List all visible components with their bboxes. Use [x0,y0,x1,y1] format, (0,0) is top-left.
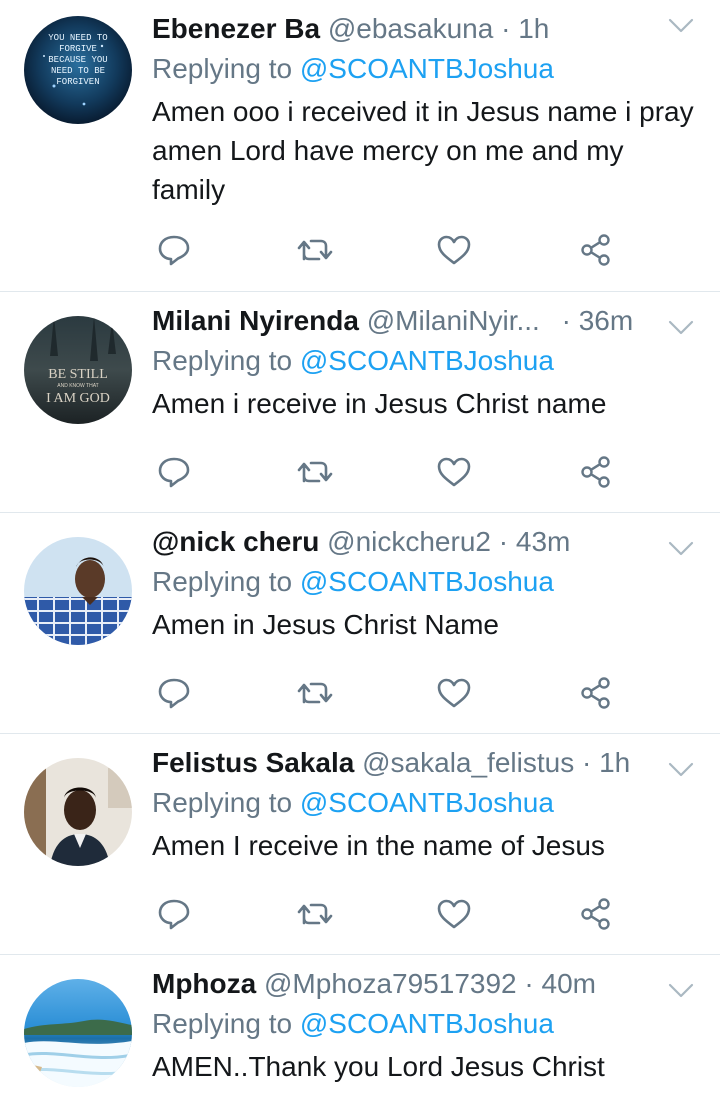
timestamp[interactable]: 40m [542,968,596,999]
share-icon [581,234,610,266]
share-button[interactable] [578,454,614,490]
retweet-button[interactable] [297,232,333,268]
tweet-text: AMEN..Thank you Lord Jesus Christ [152,1051,605,1082]
tweet-text: Amen ooo i received it in Jesus name i p… [152,96,694,205]
share-icon [581,677,610,709]
reply-button[interactable] [156,896,192,932]
separator-dot: · [498,526,509,557]
separator-dot: · [501,13,511,44]
replying-to-line: Replying to @SCOANTBJoshua [152,342,700,380]
chevron-down-icon[interactable] [668,983,694,999]
like-button[interactable] [436,896,472,932]
reply-button[interactable] [156,232,192,268]
replying-to-line: Replying to @SCOANTBJoshua [152,784,700,822]
avatar-text: FORGIVE [59,44,97,54]
avatar-text: NEED TO BE [51,66,105,76]
retweet-button[interactable] [297,896,333,932]
timestamp[interactable]: 36m [579,305,633,336]
like-button[interactable] [436,675,472,711]
avatar-text: BECAUSE YOU [48,55,107,65]
handle[interactable]: @nickcheru2 [327,526,491,557]
tweet[interactable]: @nick cheru @nickcheru2 · 43m Replying t… [0,513,720,734]
separator-dot: · [524,968,534,999]
avatar-text: BE STILL [48,367,108,382]
display-name[interactable]: Felistus Sakala [152,747,354,778]
chevron-down-icon[interactable] [668,541,694,557]
chevron-down-icon[interactable] [668,320,694,336]
separator-dot: · [581,747,592,778]
chevron-down-icon[interactable] [668,762,694,778]
replying-to-line: Replying to @SCOANTBJoshua [152,50,700,88]
avatar[interactable] [24,537,132,645]
reply-icon [158,678,190,709]
display-name[interactable]: Mphoza [152,968,256,999]
replying-to-line: Replying to @SCOANTBJoshua [152,1005,700,1043]
share-button[interactable] [578,896,614,932]
avatar[interactable] [24,979,132,1087]
mention-link[interactable]: @SCOANTBJoshua [300,787,554,818]
tweet-text: Amen I receive in the name of Jesus [152,830,605,861]
timestamp[interactable]: 1h [518,13,549,44]
reply-icon [158,899,190,930]
tweet[interactable]: Felistus Sakala @sakala_felistus · 1h Re… [0,734,720,955]
heart-icon [437,899,471,929]
handle[interactable]: @Mphoza79517392 [264,968,517,999]
avatar[interactable]: YOU NEED TO FORGIVE BECAUSE YOU NEED TO … [24,16,132,124]
mention-link[interactable]: @SCOANTBJoshua [300,1008,554,1039]
display-name[interactable]: @nick cheru [152,526,319,557]
avatar[interactable] [24,758,132,866]
reply-button[interactable] [156,675,192,711]
avatar-text: I AM GOD [46,391,110,406]
share-button[interactable] [578,232,614,268]
tweet-text: Amen in Jesus Christ Name [152,609,500,640]
retweet-button[interactable] [297,454,333,490]
mention-link[interactable]: @SCOANTBJoshua [300,345,554,376]
heart-icon [437,457,471,487]
mention-link[interactable]: @SCOANTBJoshua [300,53,554,84]
display-name[interactable]: Milani Nyirenda [152,305,359,336]
tweet-actions [152,454,632,490]
tweet[interactable]: YOU NEED TO FORGIVE BECAUSE YOU NEED TO … [0,0,720,292]
share-icon [581,898,610,930]
replying-to-label: Replying to [152,345,293,376]
avatar-text: AND KNOW THAT [57,383,98,389]
replying-to-line: Replying to @SCOANTBJoshua [152,563,700,601]
replying-to-label: Replying to [152,53,293,84]
avatar[interactable]: BE STILL AND KNOW THAT I AM GOD [24,316,132,424]
reply-icon [158,235,190,266]
heart-icon [437,235,471,265]
display-name[interactable]: Ebenezer Ba [152,13,320,44]
timestamp[interactable]: 43m [516,526,570,557]
replying-to-label: Replying to [152,566,293,597]
tweet-text: Amen i receive in Jesus Christ name [152,388,607,419]
timestamp[interactable]: 1h [599,747,630,778]
replying-to-label: Replying to [152,1008,293,1039]
tweet[interactable]: Mphoza @Mphoza79517392 · 40m Replying to… [0,955,720,1109]
retweet-icon [297,682,333,704]
retweet-button[interactable] [297,675,333,711]
retweet-icon [297,461,333,483]
retweet-icon [297,903,333,925]
reply-icon [158,457,190,488]
reply-button[interactable] [156,454,192,490]
like-button[interactable] [436,454,472,490]
share-button[interactable] [578,675,614,711]
tweet[interactable]: BE STILL AND KNOW THAT I AM GOD Milani N… [0,292,720,513]
mention-link[interactable]: @SCOANTBJoshua [300,566,554,597]
handle[interactable]: @ebasakuna [328,13,493,44]
replying-to-label: Replying to [152,787,293,818]
tweet-actions [152,675,632,711]
handle[interactable]: @sakala_felistus [362,747,574,778]
handle[interactable]: @MilaniNyir... [367,305,540,336]
heart-icon [437,678,471,708]
chevron-down-icon[interactable] [668,18,694,34]
like-button[interactable] [436,232,472,268]
share-icon [581,456,610,488]
avatar-text: FORGIVEN [56,77,99,87]
avatar-text: YOU NEED TO [48,33,107,43]
separator-dot: · [561,305,571,336]
retweet-icon [297,239,333,261]
tweet-actions [152,232,632,268]
tweet-actions [152,896,632,932]
